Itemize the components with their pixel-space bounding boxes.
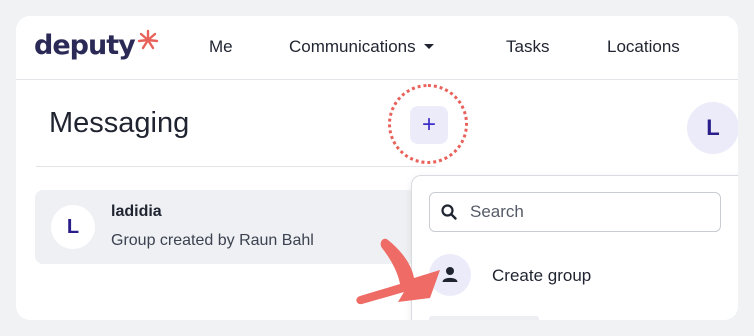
app-window: deputy Me Communications Tasks Locations… — [16, 16, 738, 320]
page-title: Messaging — [49, 107, 190, 139]
nav-item-tasks[interactable]: Tasks — [506, 37, 549, 57]
search-field[interactable] — [429, 192, 721, 232]
user-avatar[interactable]: L — [687, 102, 738, 154]
nav-item-communications-label: Communications — [289, 37, 416, 56]
search-icon — [441, 204, 457, 220]
logo-text: deputy — [34, 29, 136, 61]
nav-item-communications[interactable]: Communications — [289, 37, 434, 57]
top-navigation: deputy Me Communications Tasks Locations — [16, 16, 738, 80]
pointing-arrow-icon — [356, 238, 440, 305]
create-group-item[interactable]: Create group — [429, 254, 729, 300]
deputy-logo[interactable]: deputy — [34, 27, 159, 63]
header-divider — [36, 166, 436, 167]
nav-item-me[interactable]: Me — [209, 37, 233, 57]
search-input[interactable] — [470, 200, 710, 224]
conversation-avatar: L — [51, 205, 95, 249]
starburst-logo-icon — [137, 29, 158, 50]
create-group-label: Create group — [492, 266, 592, 285]
conversation-subtitle: Group created by Raun Bahl — [111, 232, 314, 249]
caret-down-icon — [423, 44, 434, 50]
nav-item-locations[interactable]: Locations — [607, 37, 680, 57]
new-message-button[interactable]: + — [410, 106, 448, 144]
next-item-placeholder — [429, 316, 539, 320]
conversation-title: ladidia — [111, 203, 162, 220]
